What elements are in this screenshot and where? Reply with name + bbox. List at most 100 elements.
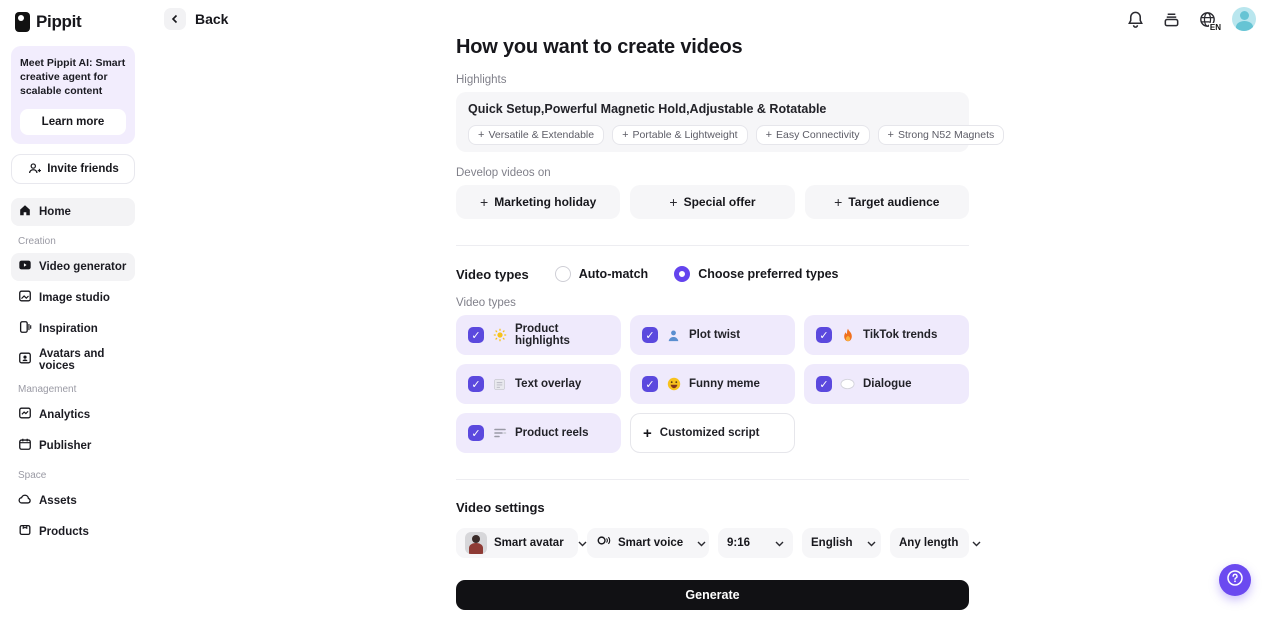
main-panel: How you want to create videos Highlights…: [456, 36, 1005, 610]
inbox-icon[interactable]: [1160, 8, 1182, 30]
help-button[interactable]: [1219, 564, 1251, 596]
back-label: Back: [195, 11, 229, 27]
special-offer-button[interactable]: + Special offer: [630, 185, 795, 219]
highlights-value: Quick Setup,Powerful Magnetic Hold,Adjus…: [468, 102, 827, 116]
plus-icon: +: [478, 129, 485, 141]
develop-option-label: Special offer: [683, 195, 756, 209]
smart-voice-dropdown[interactable]: Smart voice: [587, 528, 709, 558]
sidebar-item-video-generator[interactable]: Video generator: [11, 252, 135, 281]
sidebar-item-avatars-and-voices[interactable]: Avatars and voices: [11, 346, 135, 374]
checkbox-checked-icon[interactable]: ✓: [816, 376, 832, 392]
globe-language-icon[interactable]: EN: [1196, 8, 1222, 32]
marketing-holiday-button[interactable]: + Marketing holiday: [456, 185, 621, 219]
sidebar-item-products[interactable]: Products: [11, 518, 135, 546]
video-type-label: TikTok trends: [863, 329, 938, 341]
inspiration-icon: [18, 320, 32, 337]
target-audience-button[interactable]: + Target audience: [804, 185, 969, 219]
video-type-dialogue[interactable]: ✓ Dialogue: [804, 364, 969, 404]
checkbox-checked-icon[interactable]: ✓: [642, 376, 658, 392]
sidebar-item-home[interactable]: Home: [11, 197, 135, 226]
radio-auto-match[interactable]: Auto-match: [554, 266, 648, 282]
radio-circle-icon: [554, 266, 571, 282]
radio-choose-preferred-types[interactable]: Choose preferred types: [674, 266, 839, 282]
checkbox-checked-icon[interactable]: ✓: [816, 327, 832, 343]
aspect-ratio-dropdown[interactable]: 9:16: [718, 528, 793, 558]
sidebar: Pippit Meet Pippit AI: Smart creative ag…: [0, 0, 150, 628]
suggestion-chip-connectivity[interactable]: + Easy Connectivity: [755, 125, 870, 145]
plus-icon: +: [622, 129, 629, 141]
video-type-plot-twist[interactable]: ✓ Plot twist: [630, 315, 795, 355]
sidebar-item-analytics[interactable]: Analytics: [11, 401, 135, 429]
home-icon: [18, 203, 32, 220]
video-settings-row: Smart avatar Smart voice 9:16 English An…: [456, 528, 981, 558]
sidebar-item-assets[interactable]: Assets: [11, 487, 135, 515]
chip-label: Strong N52 Magnets: [897, 129, 995, 141]
analytics-icon: [18, 406, 32, 423]
sidebar-item-label: Publisher: [39, 439, 92, 452]
customized-script-button[interactable]: + Customized script: [630, 413, 795, 453]
sidebar-item-inspiration[interactable]: Inspiration: [11, 315, 135, 343]
section-label-management: Management: [18, 383, 77, 395]
generate-button[interactable]: Generate: [456, 580, 969, 610]
video-types-sublabel: Video types: [456, 297, 516, 309]
user-avatar[interactable]: [1232, 7, 1256, 31]
radio-label: Choose preferred types: [698, 267, 839, 281]
video-type-funny-meme[interactable]: ✓ Funny meme: [630, 364, 795, 404]
promo-card: Meet Pippit AI: Smart creative agent for…: [11, 46, 135, 144]
develop-option-label: Target audience: [848, 195, 940, 209]
checkbox-checked-icon[interactable]: ✓: [468, 376, 484, 392]
invite-friends-button[interactable]: Invite friends: [11, 153, 135, 184]
page-title: How you want to create videos: [456, 36, 743, 58]
chip-label: Versatile & Extendable: [488, 129, 595, 141]
checkbox-checked-icon[interactable]: ✓: [468, 425, 484, 441]
customized-script-label: Customized script: [659, 427, 760, 439]
brand-logo[interactable]: Pippit: [11, 8, 142, 46]
question-help-icon: [1226, 569, 1244, 592]
smart-avatar-dropdown[interactable]: Smart avatar: [456, 528, 587, 558]
suggestion-chip-versatile[interactable]: + Versatile & Extendable: [468, 125, 605, 145]
sidebar-item-label: Analytics: [39, 408, 91, 421]
video-types-title: Video types: [456, 266, 529, 282]
back-button[interactable]: [164, 8, 186, 30]
suggestion-chip-magnets[interactable]: + Strong N52 Magnets: [877, 125, 1005, 145]
learn-more-button[interactable]: Learn more: [20, 108, 126, 135]
invite-friends-label: Invite friends: [47, 162, 119, 175]
smiley-icon: [666, 377, 681, 392]
sidebar-item-publisher[interactable]: Publisher: [11, 432, 135, 460]
checkbox-checked-icon[interactable]: ✓: [468, 327, 484, 343]
video-type-label: Product highlights: [515, 323, 570, 347]
video-types-grid: ✓ Product highlights ✓ Plot twist ✓ TikT…: [456, 315, 969, 453]
plus-icon: +: [765, 129, 773, 141]
radio-selected-icon: [674, 266, 691, 282]
text-doc-icon: [492, 377, 507, 392]
bell-icon[interactable]: [1124, 8, 1146, 30]
box-icon: [18, 523, 32, 540]
highlights-input[interactable]: Quick Setup,Powerful Magnetic Hold,Adjus…: [456, 92, 1005, 152]
divider: [456, 245, 969, 246]
cloud-icon: [18, 492, 32, 509]
language-badge: EN: [1208, 23, 1222, 32]
video-type-tiktok-trends[interactable]: ✓ TikTok trends: [804, 315, 969, 355]
sidebar-item-image-studio[interactable]: Image studio: [11, 284, 135, 312]
checkbox-checked-icon[interactable]: ✓: [642, 327, 658, 343]
sidebar-item-label: Image studio: [39, 291, 110, 304]
video-type-product-highlights[interactable]: ✓ Product highlights: [456, 315, 621, 355]
suggestion-chip-portable[interactable]: + Portable & Lightweight: [612, 125, 748, 145]
dropdown-value: English: [811, 537, 853, 549]
video-type-product-reels[interactable]: ✓ Product reels: [456, 413, 621, 453]
calendar-icon: [18, 437, 32, 454]
sidebar-item-label: Video generator: [39, 260, 127, 273]
sun-icon: [492, 328, 507, 343]
dropdown-value: Smart avatar: [494, 537, 564, 549]
section-label-space: Space: [18, 469, 47, 481]
plus-icon: +: [834, 194, 843, 210]
length-dropdown[interactable]: Any length: [890, 528, 981, 558]
avatar-card-icon: [18, 351, 32, 368]
video-type-text-overlay[interactable]: ✓ Text overlay: [456, 364, 621, 404]
chevron-down-icon: [775, 534, 784, 552]
plus-icon: +: [480, 194, 489, 210]
language-dropdown[interactable]: English: [802, 528, 881, 558]
speech-oval-icon: [840, 377, 855, 392]
brand-name: Pippit: [36, 12, 82, 31]
image-icon: [18, 289, 32, 306]
